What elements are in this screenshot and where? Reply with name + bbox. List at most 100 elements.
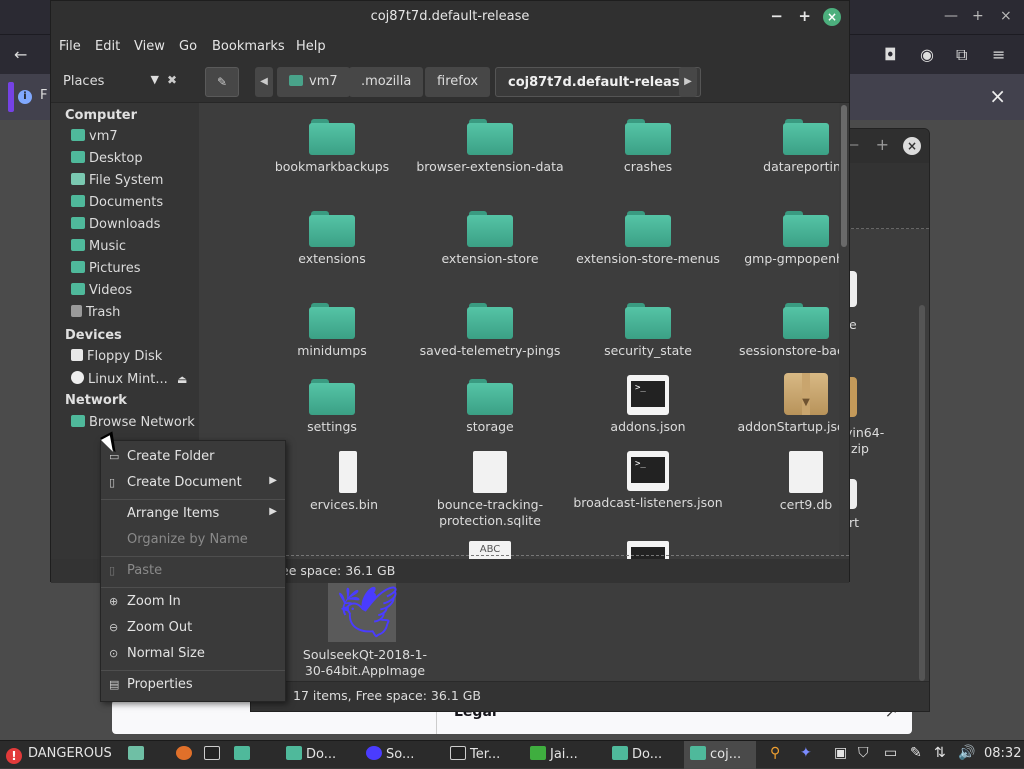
close-sidebar-icon[interactable]: ✖ (167, 73, 177, 87)
sidebar-item-browse-network[interactable]: Browse Network (71, 415, 195, 430)
file-item[interactable]: storage (415, 379, 565, 435)
file-item[interactable] (573, 541, 723, 559)
volume-icon[interactable]: 🔊 (958, 745, 975, 761)
file-item[interactable]: bounce-tracking-protection.sqlite (415, 451, 565, 529)
sidebar-item-music[interactable]: Music (71, 239, 126, 254)
pocket-icon[interactable]: ◘ (884, 45, 897, 64)
sidebar-item-downloads[interactable]: Downloads (71, 217, 160, 232)
bg-maximize-button[interactable]: + (876, 135, 889, 154)
file-item[interactable]: browser-extension-data (415, 119, 565, 175)
breadcrumb-profile[interactable]: coj87t7d.default-release (495, 67, 702, 97)
account-icon[interactable]: ◉ (920, 45, 934, 64)
shield-icon[interactable]: ⛉ (858, 745, 869, 761)
zoom-in-menu-item[interactable]: ⊕ Zoom In (101, 590, 285, 616)
menu-button[interactable]: ! DANGEROUS (6, 746, 112, 764)
sidebar-item-filesystem[interactable]: File System (71, 173, 163, 188)
sidebar-item-vm7[interactable]: vm7 (71, 129, 118, 144)
file-item[interactable]: extensions (257, 211, 407, 267)
breadcrumb-vm7[interactable]: vm7 (277, 67, 350, 97)
browser-close-button[interactable]: × (1000, 8, 1012, 24)
file-item[interactable]: ▼ addonStartup.json.lz4 (731, 373, 839, 435)
hamburger-menu-icon[interactable]: ≡ (992, 45, 1005, 64)
terminal-file-icon: >_ (627, 375, 669, 415)
sidebar-item-label: Documents (89, 195, 164, 210)
task-soulseek[interactable]: So... (366, 746, 414, 762)
task-downloads[interactable]: Do... (286, 746, 336, 762)
search-icon[interactable]: ⚲ (770, 745, 780, 761)
vertical-scrollbar[interactable] (841, 105, 847, 247)
zoom-out-menu-item[interactable]: ⊖ Zoom Out (101, 616, 285, 642)
soulseek-label[interactable]: 30-64bit.AppImage (295, 663, 435, 678)
clipboard-tray-icon[interactable]: ▣ (834, 745, 847, 761)
task-terminal[interactable]: Ter... (450, 746, 500, 762)
eject-icon[interactable]: ⏏ (177, 373, 187, 386)
normal-size-menu-item[interactable]: ⊙ Normal Size (101, 642, 285, 668)
sidebar-item-videos[interactable]: Videos (71, 283, 132, 298)
bg-scrollbar[interactable] (919, 305, 925, 681)
sidebar-item-linuxmint[interactable]: Linux Mint... (71, 371, 168, 387)
soulseek-appimage-icon[interactable]: 🕊 (328, 582, 399, 642)
firefox-launcher[interactable] (176, 746, 196, 762)
file-item[interactable]: extension-store-menus (573, 211, 723, 267)
menu-bookmarks[interactable]: Bookmarks (212, 39, 285, 54)
close-button[interactable]: × (823, 8, 841, 26)
file-item[interactable]: settings (257, 379, 407, 435)
clock[interactable]: 08:32 (984, 746, 1021, 761)
file-item[interactable]: bookmarkbackups (257, 119, 407, 175)
places-dropdown[interactable]: Places ▼ (55, 67, 159, 97)
file-item[interactable]: >_ broadcast-listeners.json (573, 451, 723, 511)
breadcrumb-mozilla[interactable]: .mozilla (349, 67, 424, 97)
maximize-button[interactable]: + (798, 7, 811, 25)
menu-view[interactable]: View (134, 39, 165, 54)
soulseek-tray-icon[interactable]: ✦ (800, 745, 812, 761)
file-item[interactable]: saved-telemetry-pings (415, 303, 565, 359)
sidebar-item-trash[interactable]: Trash (71, 305, 120, 320)
create-folder-menu-item[interactable]: ▭ Create Folder (101, 445, 285, 471)
menu-file[interactable]: File (59, 39, 81, 54)
soulseek-label[interactable]: SoulseekQt-2018-1- (295, 647, 435, 662)
task-jail[interactable]: Jai... (530, 746, 578, 762)
show-desktop-launcher[interactable] (128, 746, 148, 762)
sidebar-item-desktop[interactable]: Desktop (71, 151, 143, 166)
extensions-icon[interactable]: ⧉ (956, 45, 967, 65)
task-current-folder[interactable]: coj... (690, 746, 741, 762)
sidebar-item-floppy[interactable]: Floppy Disk (71, 349, 162, 364)
browser-maximize-button[interactable]: + (972, 8, 984, 24)
file-item[interactable]: security_state (573, 303, 723, 359)
bg-item-label: .zip (847, 441, 869, 456)
menu-help[interactable]: Help (296, 39, 326, 54)
window-titlebar[interactable]: coj87t7d.default-release − + × (51, 1, 849, 33)
display-icon[interactable]: ▭ (884, 745, 897, 761)
file-item[interactable]: gmp-gmpopenh264 (731, 211, 839, 267)
menu-edit[interactable]: Edit (95, 39, 120, 54)
minimize-button[interactable]: − (770, 7, 783, 25)
properties-menu-item[interactable]: ▤ Properties (101, 673, 285, 699)
browser-minimize-button[interactable]: — (944, 8, 958, 24)
menu-go[interactable]: Go (179, 39, 197, 54)
terminal-launcher[interactable] (204, 746, 224, 762)
pen-icon[interactable]: ✎ (910, 745, 922, 761)
file-item[interactable]: sessionstore-backups (731, 303, 839, 359)
path-right-arrow[interactable]: ▶ (679, 67, 697, 97)
task-downloads-2[interactable]: Do... (612, 746, 662, 762)
create-document-menu-item[interactable]: ▯ Create Document ▶ (101, 471, 285, 497)
file-item[interactable]: extension-store (415, 211, 565, 267)
file-item[interactable]: datareporting (731, 119, 839, 175)
file-item[interactable]: cert9.db (731, 451, 839, 513)
files-launcher[interactable] (234, 746, 254, 762)
breadcrumb-firefox[interactable]: firefox (425, 67, 491, 97)
network-icon[interactable]: ⇅ (934, 745, 946, 761)
file-item[interactable]: ABC (415, 541, 565, 559)
file-item[interactable]: crashes (573, 119, 723, 175)
file-item[interactable]: minidumps (257, 303, 407, 359)
file-item[interactable]: >_ addons.json (573, 375, 723, 435)
sidebar-item-documents[interactable]: Documents (71, 195, 163, 210)
infobar-close-icon[interactable]: × (989, 84, 1006, 108)
arrange-items-menu-item[interactable]: Arrange Items ▶ (101, 502, 285, 528)
bg-statusbar: 17 items, Free space: 36.1 GB (251, 681, 929, 711)
bg-close-button[interactable]: × (903, 137, 921, 155)
toggle-location-button[interactable]: ✎ (205, 67, 239, 97)
back-arrow-icon[interactable]: ← (14, 45, 27, 64)
sidebar-item-pictures[interactable]: Pictures (71, 261, 140, 276)
path-left-arrow[interactable]: ◀ (255, 67, 273, 97)
